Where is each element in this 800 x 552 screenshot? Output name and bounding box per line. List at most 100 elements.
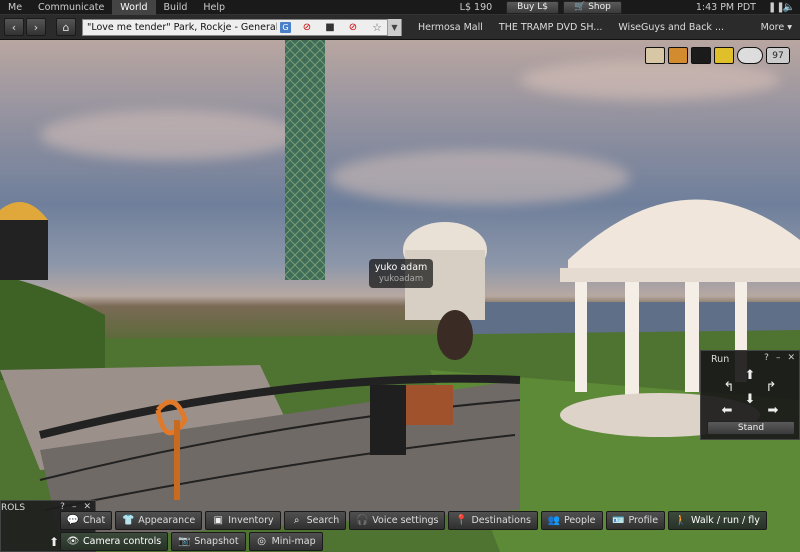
voice-settings-label: Voice settings: [372, 515, 439, 526]
chevron-down-icon: ▼: [391, 22, 398, 32]
chat-notification-icon[interactable]: [691, 47, 711, 64]
eye-icon: 👁: [66, 536, 80, 547]
no-fly-icon: ⊘: [302, 21, 312, 33]
destinations-button[interactable]: 📍 Destinations: [448, 511, 538, 530]
camera-icon: 📷: [177, 536, 191, 547]
snapshot-label: Snapshot: [194, 536, 239, 547]
panel-controls: ? – ✕: [764, 353, 795, 363]
strafe-left-arrow-icon[interactable]: ⬅: [720, 404, 734, 417]
appearance-label: Appearance: [138, 515, 196, 526]
gazebo-dome: [568, 199, 800, 270]
headset-icon: 🎧: [356, 515, 369, 526]
menubar-right: L$ 190 Buy L$ 🛒 Shop 1:43 PM PDT ❚❚ 🔈: [460, 0, 800, 15]
inventory-button[interactable]: ▣ Inventory: [205, 511, 281, 530]
menu-build[interactable]: Build: [156, 0, 196, 15]
search-label: Search: [306, 515, 340, 526]
no-push-icon: ⊘: [348, 21, 358, 33]
people-label: People: [563, 515, 596, 526]
avatar-name-tag: yuko adam yukoadam: [369, 259, 433, 288]
back-button[interactable]: ‹: [4, 18, 24, 36]
mini-map-label: Mini-map: [271, 536, 316, 547]
destinations-label: Destinations: [471, 515, 531, 526]
turn-right-arrow-icon[interactable]: ↱: [764, 381, 778, 394]
group-notice-icon[interactable]: [714, 47, 734, 64]
people-button[interactable]: 👥 People: [540, 511, 603, 530]
walk-run-fly-button[interactable]: 🚶 Walk / run / fly: [668, 511, 767, 530]
search-icon: ⌕: [293, 515, 300, 526]
appearance-button[interactable]: 👕 Appearance: [115, 511, 203, 530]
favorites-more-button[interactable]: More ▾: [761, 22, 792, 33]
walk-run-fly-label: Walk / run / fly: [691, 515, 760, 526]
buy-currency-button[interactable]: Buy L$: [506, 1, 559, 14]
chat-icon: 💬: [66, 515, 80, 526]
buy-currency-label: Buy L$: [517, 2, 548, 12]
movement-arrows: ⬆ ↰ ↱ ⬇ ⬅ ➡: [720, 367, 780, 419]
3d-world-viewport[interactable]: [0, 40, 800, 552]
notification-icon[interactable]: [668, 47, 688, 64]
top-menu-bar: Me Communicate World Build Help L$ 190 B…: [0, 0, 800, 15]
favorite-landmark[interactable]: THE TRAMP DVD SH...: [499, 22, 602, 33]
chat-button[interactable]: 💬 Chat: [60, 511, 113, 530]
menu-world[interactable]: World: [112, 0, 156, 15]
snapshot-button[interactable]: 📷 Snapshot: [171, 532, 246, 551]
minimize-icon[interactable]: –: [776, 353, 781, 363]
scripted-object-icon[interactable]: [645, 47, 665, 64]
close-icon[interactable]: ✕: [787, 353, 795, 363]
favorite-landmark[interactable]: WiseGuys and Back ...: [618, 22, 724, 33]
inventory-icon: ▣: [213, 515, 223, 526]
search-button[interactable]: ⌕ Search: [283, 511, 347, 530]
pin-icon: 📍: [455, 515, 468, 526]
sitting-avatar: [370, 385, 406, 455]
movement-panel: Run ? – ✕ ⬆ ↰ ↱ ⬇ ⬅ ➡ Stand: [700, 350, 800, 440]
forward-button[interactable]: ›: [26, 18, 46, 36]
turn-left-arrow-icon[interactable]: ↰: [722, 381, 736, 394]
favorite-star-icon[interactable]: ☆: [372, 21, 382, 34]
stand-button[interactable]: Stand: [707, 421, 795, 435]
pause-media-icon[interactable]: ❚❚: [768, 2, 785, 13]
menu-help[interactable]: Help: [195, 0, 233, 15]
status-icon-strip: 97: [645, 47, 790, 64]
chevron-right-icon: ›: [33, 20, 39, 34]
menu-me[interactable]: Me: [0, 0, 30, 15]
shop-label: Shop: [588, 2, 611, 12]
avatar-display-name: yuko adam: [374, 262, 428, 273]
help-icon[interactable]: ?: [764, 353, 769, 363]
scene-svg: [0, 40, 800, 552]
menu-communicate[interactable]: Communicate: [30, 0, 112, 15]
camera-up-arrow-icon[interactable]: ⬆: [49, 535, 59, 549]
camera-controls-label: Camera controls: [83, 536, 162, 547]
bottom-toolbar: 💬 Chat 👕 Appearance ▣ Inventory ⌕ Search…: [60, 511, 767, 531]
mini-map-button[interactable]: ◎ Mini-map: [248, 532, 323, 551]
linden-balance[interactable]: L$ 190: [460, 2, 493, 13]
walk-icon: 🚶: [674, 515, 688, 526]
volume-icon[interactable]: 🔈: [782, 2, 796, 13]
home-button[interactable]: ⌂: [56, 18, 76, 36]
unread-counter-badge[interactable]: 97: [766, 47, 790, 64]
move-forward-arrow-icon[interactable]: ⬆: [743, 369, 757, 382]
bench: [405, 385, 453, 425]
bottom-toolbar-row2: 👁 Camera controls 📷 Snapshot ◎ Mini-map: [60, 532, 323, 552]
speech-bubble-icon[interactable]: [737, 47, 763, 64]
profile-button[interactable]: 🪪 Profile: [605, 511, 666, 530]
bear-avatar: [437, 310, 473, 360]
clock: 1:43 PM PDT: [695, 2, 756, 13]
location-field[interactable]: "Love me tender" Park, Rockje - General …: [82, 18, 402, 36]
home-icon: ⌂: [62, 20, 70, 34]
profile-label: Profile: [628, 515, 659, 526]
strafe-right-arrow-icon[interactable]: ➡: [766, 404, 780, 417]
cart-icon: 🛒: [573, 2, 586, 12]
favorite-landmark[interactable]: Hermosa Mall: [418, 22, 483, 33]
voice-settings-button[interactable]: 🎧 Voice settings: [349, 511, 446, 530]
chat-label: Chat: [83, 515, 106, 526]
camera-controls-button[interactable]: 👁 Camera controls: [60, 532, 169, 551]
profile-icon: 🪪: [612, 515, 625, 526]
inventory-label: Inventory: [228, 515, 274, 526]
location-dropdown[interactable]: ▼: [387, 18, 401, 36]
location-text: "Love me tender" Park, Rockje - General: [87, 21, 277, 33]
chevron-left-icon: ‹: [11, 20, 17, 34]
move-backward-arrow-icon[interactable]: ⬇: [743, 393, 757, 406]
maturity-general-icon: G: [280, 21, 291, 33]
navigation-bar: ‹ › ⌂ "Love me tender" Park, Rockje - Ge…: [0, 15, 800, 40]
shop-button[interactable]: 🛒 Shop: [562, 1, 622, 14]
stand-label: Stand: [737, 423, 765, 433]
